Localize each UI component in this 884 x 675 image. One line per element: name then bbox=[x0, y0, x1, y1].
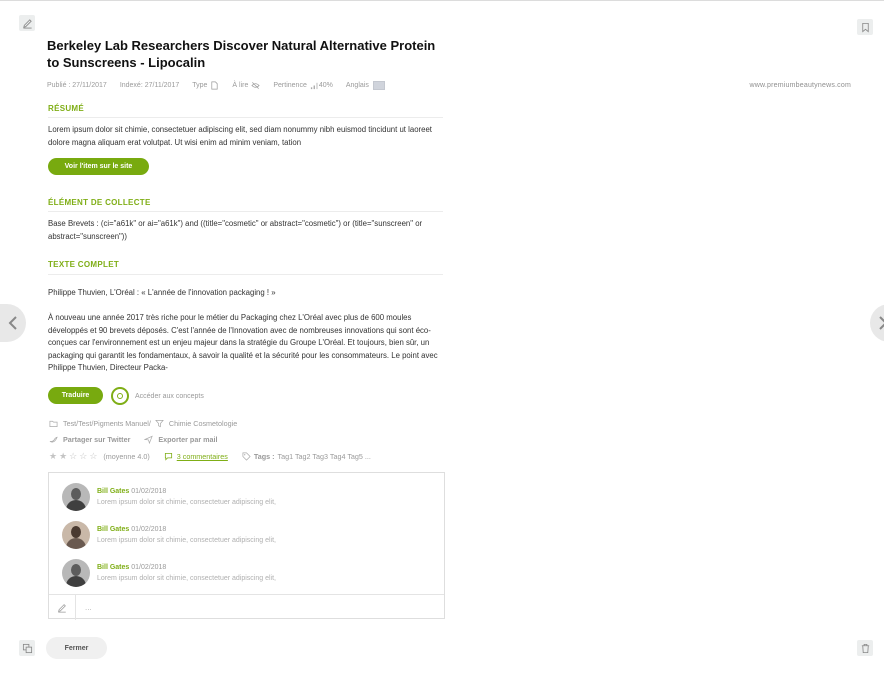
avatar bbox=[62, 483, 90, 511]
comment-author[interactable]: Bill Gates bbox=[97, 526, 129, 533]
published-date: Publié : 27/11/2017 bbox=[47, 82, 107, 89]
star-icon[interactable]: ☆ bbox=[89, 451, 97, 462]
collect-heading: ÉLÉMENT DE COLLECTE bbox=[48, 198, 151, 207]
tags-label: Tags : bbox=[253, 452, 275, 461]
translate-button[interactable]: Traduire bbox=[48, 387, 103, 404]
fulltext-paragraph: À nouveau une année 2017 très riche pour… bbox=[48, 313, 438, 373]
next-arrow-icon[interactable] bbox=[870, 304, 884, 342]
folder-row: Test/Test/Pigments Manuel/ Chimie Cosmet… bbox=[49, 419, 237, 428]
filter-icon bbox=[155, 419, 164, 428]
star-icon[interactable]: ★ bbox=[59, 451, 67, 462]
signal-bars-icon bbox=[310, 82, 318, 90]
summary-text: Lorem ipsum dolor sit chimie, consectetu… bbox=[48, 125, 432, 147]
summary-heading: RÉSUMÉ bbox=[48, 104, 85, 113]
source-url[interactable]: www.premiumbeautynews.com bbox=[750, 82, 851, 89]
comment-date: 01/02/2018 bbox=[131, 564, 167, 571]
comment-text: Lorem ipsum dolor sit chimie, consectetu… bbox=[97, 537, 276, 544]
share-twitter-link[interactable]: Partager sur Twitter bbox=[63, 435, 130, 444]
avatar bbox=[62, 521, 90, 549]
divider bbox=[48, 117, 443, 118]
star-icon[interactable]: ★ bbox=[49, 451, 57, 462]
folder-icon bbox=[49, 420, 58, 428]
tags-list[interactable]: Tag1 Tag2 Tag3 Tag4 Tag5 ... bbox=[278, 452, 371, 461]
tag-icon bbox=[242, 452, 251, 461]
comment-item: Bill Gates 01/02/2018 Lorem ipsum dolor … bbox=[62, 559, 276, 587]
relevance-meta: Pertinence 40% bbox=[273, 81, 333, 90]
star-icon[interactable]: ☆ bbox=[79, 451, 87, 462]
concepts-search-icon bbox=[111, 387, 129, 405]
to-read-label: À lire bbox=[232, 82, 249, 89]
concepts-label: Accéder aux concepts bbox=[135, 392, 204, 400]
comments-count-link[interactable]: 3 commentaires bbox=[177, 452, 228, 461]
pencil-icon bbox=[49, 595, 76, 620]
share-row: Partager sur Twitter Exporter par mail bbox=[49, 435, 218, 444]
comment-author[interactable]: Bill Gates bbox=[97, 488, 129, 495]
comment-text: Lorem ipsum dolor sit chimie, consectetu… bbox=[97, 575, 276, 582]
concepts-link[interactable]: Accéder aux concepts bbox=[111, 387, 204, 405]
language-meta: Anglais bbox=[346, 81, 385, 90]
star-rating[interactable]: ★ ★ ☆ ☆ ☆ bbox=[49, 451, 99, 462]
fulltext-heading: TEXTE COMPLET bbox=[48, 260, 120, 269]
export-mail-link[interactable]: Exporter par mail bbox=[158, 435, 217, 444]
comment-date: 01/02/2018 bbox=[131, 526, 167, 533]
comment-input-row: ... bbox=[49, 594, 444, 620]
comment-author[interactable]: Bill Gates bbox=[97, 564, 129, 571]
bookmark-icon[interactable] bbox=[857, 19, 873, 35]
close-button[interactable]: Fermer bbox=[46, 637, 107, 659]
previous-arrow-icon[interactable] bbox=[0, 304, 26, 342]
comments-panel: Bill Gates 01/02/2018 Lorem ipsum dolor … bbox=[48, 472, 445, 620]
collect-text: Base Brevets : (ci="a61k" or ai="a61k") … bbox=[48, 219, 423, 241]
comment-text: Lorem ipsum dolor sit chimie, consectetu… bbox=[97, 499, 276, 506]
comment-date: 01/02/2018 bbox=[131, 488, 167, 495]
comment-input[interactable]: ... bbox=[85, 603, 92, 612]
top-border bbox=[0, 0, 884, 1]
comment-icon bbox=[164, 452, 172, 461]
send-icon bbox=[144, 435, 154, 444]
eye-slash-icon bbox=[251, 82, 260, 89]
divider bbox=[48, 274, 443, 275]
edit-icon[interactable] bbox=[19, 15, 35, 31]
divider bbox=[48, 211, 443, 212]
fulltext-line1: Philippe Thuvien, L'Oréal : « L'année de… bbox=[48, 288, 276, 297]
comment-item: Bill Gates 01/02/2018 Lorem ipsum dolor … bbox=[62, 521, 276, 549]
folder-path[interactable]: Test/Test/Pigments Manuel/ bbox=[63, 419, 151, 428]
article-title: Berkeley Lab Researchers Discover Natura… bbox=[47, 38, 436, 70]
relevance-value: 40% bbox=[318, 82, 333, 89]
article-meta: Publié : 27/11/2017 Indexé: 27/11/2017 T… bbox=[47, 81, 398, 90]
twitter-icon bbox=[49, 436, 58, 443]
filter-name[interactable]: Chimie Cosmetologie bbox=[169, 419, 237, 428]
trash-icon[interactable] bbox=[857, 640, 873, 656]
relevance-label: Pertinence bbox=[273, 82, 307, 89]
star-icon[interactable]: ☆ bbox=[69, 451, 77, 462]
english-flag-icon bbox=[372, 81, 385, 90]
view-item-button[interactable]: Voir l'item sur le site bbox=[48, 158, 149, 175]
comment-item: Bill Gates 01/02/2018 Lorem ipsum dolor … bbox=[62, 483, 276, 511]
rating-average: (moyenne 4.0) bbox=[103, 452, 150, 461]
to-read-meta[interactable]: À lire bbox=[232, 81, 260, 90]
indexed-date: Indexé: 27/11/2017 bbox=[119, 82, 180, 89]
avatar bbox=[62, 559, 90, 587]
type-label: Type bbox=[192, 82, 208, 89]
document-icon bbox=[211, 81, 218, 90]
type-meta: Type bbox=[192, 81, 219, 90]
language-label: Anglais bbox=[345, 82, 369, 89]
copy-icon[interactable] bbox=[19, 640, 35, 656]
rating-row: ★ ★ ☆ ☆ ☆ (moyenne 4.0) 3 commentaires T… bbox=[49, 451, 371, 462]
